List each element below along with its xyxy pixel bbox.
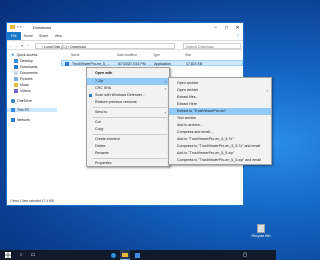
status-bar: 1 item 1 item selected 17.4 MB [10, 199, 54, 203]
file-size: 17,824 KB [186, 62, 203, 66]
tab-share[interactable]: Share [36, 34, 51, 38]
file-date: 8/7/2020 3:51 PM [118, 62, 146, 66]
store-icon[interactable] [132, 250, 142, 260]
address-bar-row: ← → ▾ ↑ › Local Disk (C:) › Download Sea… [7, 40, 243, 50]
search-icon[interactable]: ○ [16, 250, 26, 260]
close-button[interactable]: ✕ [232, 23, 243, 32]
menu-item-cut[interactable]: Cut [87, 119, 169, 126]
file-type: Application [154, 62, 172, 66]
title-bar[interactable]: ▾ ▾ Download – □ ✕ [7, 23, 243, 32]
column-type[interactable]: Type [153, 53, 160, 57]
chevron-right-icon: › [164, 79, 166, 84]
star-icon: ★ [11, 52, 15, 57]
submenu-item-add-to-archive[interactable]: Add to archive... [169, 122, 271, 129]
taskbar: ○ ▭ ▢ [0, 250, 276, 260]
file-explorer-taskbar-icon[interactable] [120, 250, 130, 260]
desktop-icon [14, 59, 18, 63]
cloud-icon [11, 99, 15, 103]
music-icon [14, 83, 18, 87]
sidebar-item-network[interactable]: Network [11, 118, 30, 122]
submenu-item-test-archive[interactable]: Test archive [169, 115, 271, 122]
tab-file[interactable]: File [7, 32, 21, 40]
submenu-7zip: Open archive Open archive › Extract files… [168, 77, 272, 165]
menu-item-open-with[interactable]: Open with [87, 70, 169, 77]
sidebar-item-pictures[interactable]: Pictures [14, 77, 33, 81]
table-row[interactable]: TrustViewerPro-en_5_... 8/7/2020 3:51 PM… [61, 60, 243, 66]
chevron-right-icon: › [164, 110, 166, 115]
download-icon [14, 65, 18, 69]
menu-item-7zip[interactable]: 7-Zip › [87, 78, 169, 85]
windows-icon [5, 252, 11, 258]
menu-item-create-shortcut[interactable]: Create shortcut [87, 136, 169, 143]
menu-item-restore-versions[interactable]: Restore previous versions [87, 99, 169, 106]
sidebar-item-music[interactable]: Music [14, 83, 29, 87]
folder-icon [10, 25, 15, 29]
up-icon[interactable]: ↑ [25, 43, 31, 48]
menu-item-delete[interactable]: Delete [87, 143, 169, 150]
column-name[interactable]: Name [71, 53, 80, 57]
submenu-item-open-archive-2[interactable]: Open archive › [169, 87, 271, 94]
submenu-item-compress-zip-email[interactable]: Compress to "TrustViewerPro-en_5_5.zip" … [169, 157, 271, 164]
sidebar-item-quick-access[interactable]: ★ Quick access [11, 52, 37, 57]
task-view-icon[interactable]: ▭ [28, 250, 38, 260]
file-name: TrustViewerPro-en_5_... [72, 62, 110, 66]
notification-icon[interactable]: ▢ [240, 250, 250, 260]
sidebar-item-downloads[interactable]: Downloads [14, 65, 37, 69]
submenu-item-open-archive[interactable]: Open archive [169, 80, 271, 87]
sidebar-item-this-pc[interactable]: This PC [7, 108, 57, 112]
tab-view[interactable]: View [51, 34, 65, 38]
recycle-bin-icon [257, 224, 265, 233]
menu-item-crc-sha[interactable]: CRC SHA › [87, 85, 169, 92]
document-icon [14, 71, 18, 75]
submenu-item-compress-7z-email[interactable]: Compress to "TrustViewerPro-en_5_5.7z" a… [169, 143, 271, 150]
menu-separator [93, 107, 167, 108]
tab-home[interactable]: Home [21, 34, 36, 38]
chevron-right-icon: › [266, 88, 268, 93]
column-date[interactable]: Date modified [117, 53, 137, 57]
menu-separator [93, 158, 167, 159]
submenu-item-extract-to[interactable]: Extract to "TrustViewerPro-en\" [169, 108, 271, 115]
chevron-right-icon: › [164, 86, 166, 91]
recycle-bin-label: Recycle Bin [251, 234, 271, 238]
submenu-item-add-7z[interactable]: Add to "TrustViewerPro-en_5_5.7z" [169, 136, 271, 143]
sidebar-item-onedrive[interactable]: OneDrive [11, 99, 32, 103]
video-icon [14, 89, 18, 93]
submenu-item-extract-files[interactable]: Extract files... [169, 94, 271, 101]
window-title: Download [33, 25, 51, 30]
menu-item-copy[interactable]: Copy [87, 126, 169, 133]
column-headers: Name Date modified Type Size [61, 52, 243, 58]
submenu-item-extract-here[interactable]: Extract Here [169, 101, 271, 108]
help-icon[interactable]: ? [237, 34, 239, 38]
maximize-button[interactable]: □ [221, 23, 232, 32]
submenu-item-compress-email[interactable]: Compress and email... [169, 129, 271, 136]
column-size[interactable]: Size [185, 53, 191, 57]
menu-separator [93, 117, 167, 118]
picture-icon [14, 77, 18, 81]
menu-item-properties[interactable]: Properties [87, 160, 169, 167]
quick-toolbar[interactable]: ▾ ▾ [17, 25, 22, 29]
application-icon [65, 61, 69, 66]
sidebar-item-desktop[interactable]: Desktop [14, 59, 33, 63]
menu-separator [93, 134, 167, 135]
menu-item-scan-defender[interactable]: Scan with Windows Defender... [87, 92, 169, 99]
context-menu: Open with 7-Zip › CRC SHA › Scan with Wind… [86, 67, 170, 167]
sidebar-item-documents[interactable]: Documents [14, 71, 38, 75]
address-bar[interactable]: › Local Disk (C:) › Download [35, 43, 175, 49]
menu-item-rename[interactable]: Rename [87, 150, 169, 157]
shield-icon [89, 94, 92, 97]
search-input[interactable]: Search Download [183, 43, 241, 49]
start-button[interactable] [2, 250, 14, 260]
navigation-pane: ★ Quick access Desktop Downloads Documen… [7, 52, 59, 192]
sidebar-item-videos[interactable]: Videos [14, 89, 31, 93]
ribbon: File Home Share View ? [7, 32, 243, 40]
edge-icon[interactable] [108, 250, 118, 260]
submenu-item-add-zip[interactable]: Add to "TrustViewerPro-en_5_5.zip" [169, 150, 271, 157]
computer-icon [11, 108, 15, 112]
minimize-button[interactable]: – [210, 23, 221, 32]
network-icon [11, 118, 15, 122]
recycle-bin-shortcut[interactable]: Recycle Bin [250, 224, 272, 238]
menu-item-send-to[interactable]: Send to › [87, 109, 169, 116]
